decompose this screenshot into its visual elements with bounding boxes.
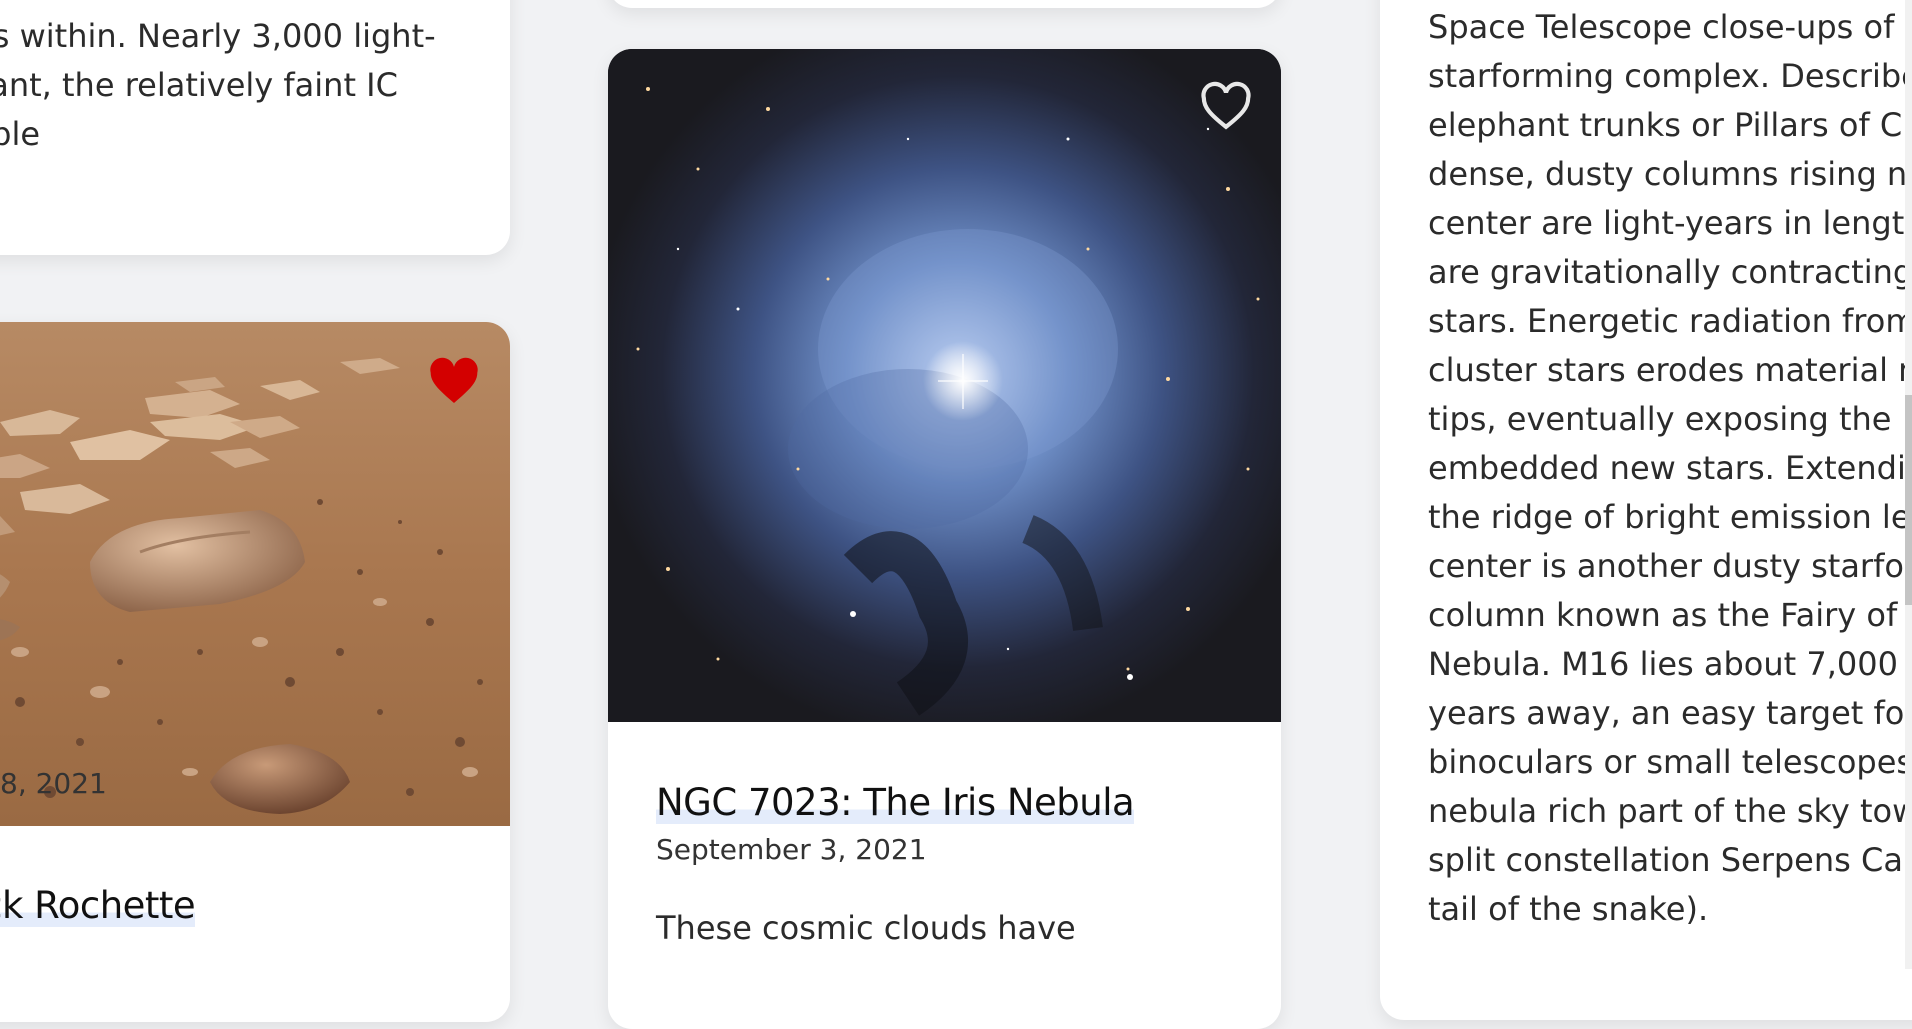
description-line: elephant trunks or Pillars of Cre bbox=[1428, 106, 1912, 144]
description-line: stars. Energetic radiation from th bbox=[1428, 302, 1912, 340]
card-description: These cosmic clouds have bbox=[656, 909, 1076, 947]
card-description: Space Telescope close-ups of t starformi… bbox=[1428, 3, 1912, 934]
page-scrollbar[interactable] bbox=[1905, 0, 1912, 969]
card-title-wrap: ock Rochette bbox=[0, 882, 196, 930]
description-line: nebula rich part of the sky towa bbox=[1428, 792, 1912, 830]
description-line: mple bbox=[0, 115, 41, 153]
description-line: tail of the snake). bbox=[1428, 890, 1709, 928]
card-title[interactable]: ock Rochette bbox=[0, 884, 196, 927]
description-line: are gravitationally contracting to bbox=[1428, 253, 1912, 291]
description-line: the ridge of bright emission left bbox=[1428, 498, 1912, 536]
card-title[interactable]: NGC 7023: The Iris Nebula bbox=[656, 781, 1135, 824]
description-line: starforming complex. Describec bbox=[1428, 57, 1912, 95]
scrollbar-thumb[interactable] bbox=[1905, 395, 1912, 605]
iris-nebula-image[interactable] bbox=[608, 49, 1281, 722]
description-line: tips, eventually exposing the bbox=[1428, 400, 1892, 438]
card-date: 8, 2021 bbox=[0, 767, 107, 800]
description-line: ars within. Nearly 3,000 light- bbox=[0, 17, 436, 55]
apod-card-iris[interactable]: NGC 7023: The Iris Nebula September 3, 2… bbox=[608, 49, 1281, 1029]
description-line: embedded new stars. Extending bbox=[1428, 449, 1912, 487]
description-line: column known as the Fairy of Ea bbox=[1428, 596, 1912, 634]
heart-filled-icon[interactable] bbox=[426, 354, 482, 410]
apod-card-mars[interactable]: ock Rochette bbox=[0, 322, 510, 1022]
description-line: Space Telescope close-ups of t bbox=[1428, 8, 1912, 46]
description-line: stant, the relatively faint IC bbox=[0, 66, 398, 104]
description-line: split constellation Serpens Cauc bbox=[1428, 841, 1912, 879]
heart-outline-icon[interactable] bbox=[1198, 79, 1254, 135]
description-line: years away, an easy target for bbox=[1428, 694, 1912, 732]
apod-card-mid-top bbox=[608, 0, 1281, 8]
description-line: Nebula. M16 lies about 7,000 lig bbox=[1428, 645, 1912, 683]
apod-card-top-left: ars within. Nearly 3,000 light- stant, t… bbox=[0, 0, 510, 255]
description-line: cluster stars erodes material ne bbox=[1428, 351, 1912, 389]
description-line: dense, dusty columns rising nea bbox=[1428, 155, 1912, 193]
description-line: center is another dusty starform bbox=[1428, 547, 1912, 585]
description-line: center are light-years in length bbox=[1428, 204, 1912, 242]
description-line: binoculars or small telescopes i bbox=[1428, 743, 1912, 781]
apod-card-right: Space Telescope close-ups of t starformi… bbox=[1380, 0, 1912, 1020]
card-title-wrap: NGC 7023: The Iris Nebula bbox=[656, 779, 1135, 827]
card-date-wrap: September 3, 2021 bbox=[656, 833, 927, 866]
card-date: September 3, 2021 bbox=[656, 833, 927, 866]
card-description: ars within. Nearly 3,000 light- stant, t… bbox=[0, 12, 480, 159]
